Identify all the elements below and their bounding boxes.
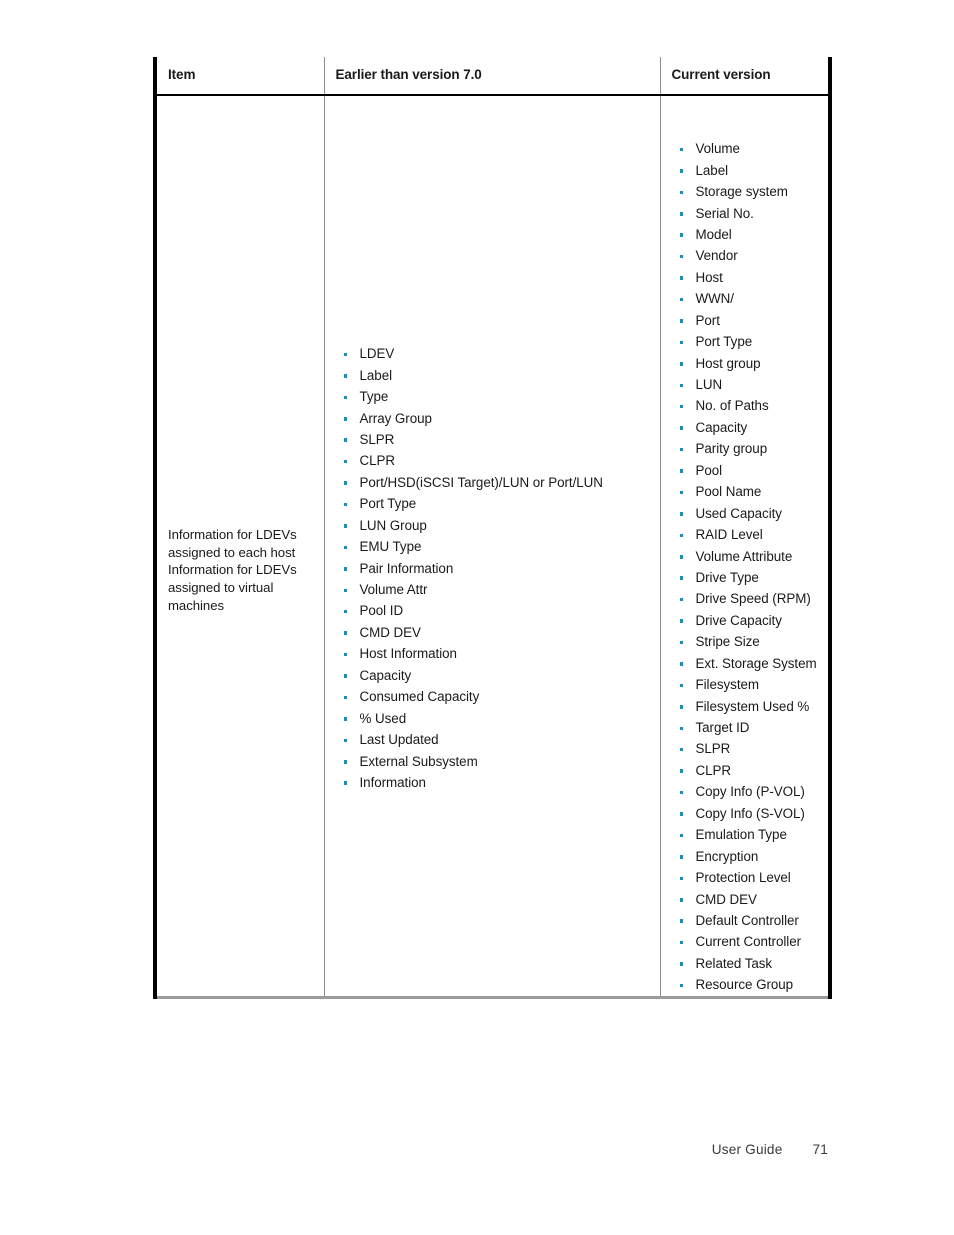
list-item: EMU Type bbox=[334, 536, 660, 557]
list-item: Port Type bbox=[670, 331, 829, 352]
list-item: External Subsystem bbox=[334, 751, 660, 772]
table-body: Information for LDEVs assigned to each h… bbox=[155, 95, 830, 998]
column-header-current-version: Current version bbox=[659, 57, 830, 97]
list-item: Related Task bbox=[670, 953, 829, 974]
list-item: RAID Level bbox=[670, 524, 829, 545]
list-item: Pair Information bbox=[334, 558, 660, 579]
list-item: LDEV bbox=[334, 343, 660, 364]
list-item: Drive Speed (RPM) bbox=[670, 588, 829, 609]
list-item: Array Group bbox=[334, 408, 660, 429]
list-item: SLPR bbox=[670, 738, 829, 759]
list-item: Used Capacity bbox=[670, 503, 829, 524]
item-paragraph-virtual-machines: Information for LDEVs assigned to virtua… bbox=[168, 562, 297, 613]
list-item: Port Type bbox=[334, 493, 660, 514]
list-item: Drive Capacity bbox=[670, 610, 829, 631]
list-item: Emulation Type bbox=[670, 824, 829, 845]
list-item: Volume Attribute bbox=[670, 546, 829, 567]
list-item: Vendor bbox=[670, 245, 829, 266]
list-item: CLPR bbox=[334, 450, 660, 471]
list-item: Resource Group bbox=[670, 974, 829, 995]
list-item: Parity group bbox=[670, 438, 829, 459]
list-item: CLPR bbox=[670, 760, 829, 781]
table-header-row: Item Earlier than version 7.0 Current ve… bbox=[155, 57, 830, 97]
list-item: CMD DEV bbox=[670, 889, 829, 910]
list-item: No. of Paths bbox=[670, 395, 829, 416]
list-item: Filesystem bbox=[670, 674, 829, 695]
footer-guide-label: User Guide bbox=[711, 1142, 783, 1157]
list-item: Drive Type bbox=[670, 567, 829, 588]
list-item: Port/HSD(iSCSI Target)/LUN or Port/LUN bbox=[334, 472, 660, 493]
list-item: Copy Info (P-VOL) bbox=[670, 781, 829, 802]
list-item: CMD DEV bbox=[334, 622, 660, 643]
list-item: Protection Level bbox=[670, 867, 829, 888]
item-cell-content: Information for LDEVs assigned to each h… bbox=[157, 96, 324, 614]
current-version-cell-content: Volume Label Storage system Serial No. Model… bbox=[661, 96, 829, 996]
list-item: LUN bbox=[670, 374, 829, 395]
table-row: Information for LDEVs assigned to each h… bbox=[155, 95, 830, 998]
list-item: Capacity bbox=[334, 665, 660, 686]
page-footer: User Guide 71 bbox=[0, 1142, 828, 1157]
list-item: Model bbox=[670, 224, 829, 245]
current-version-cell: Volume Label Storage system Serial No. Model… bbox=[659, 95, 830, 998]
list-item: Target ID bbox=[670, 717, 829, 738]
list-item: Current Controller bbox=[670, 931, 829, 952]
list-item: Ext. Storage System bbox=[670, 653, 829, 674]
list-item: Port bbox=[670, 310, 829, 331]
list-item: SLPR bbox=[334, 429, 660, 450]
version-comparison-table: Item Earlier than version 7.0 Current ve… bbox=[153, 57, 832, 999]
list-item: Stripe Size bbox=[670, 631, 829, 652]
list-item: Capacity bbox=[670, 417, 829, 438]
table-header: Item Earlier than version 7.0 Current ve… bbox=[155, 57, 830, 97]
item-cell: Information for LDEVs assigned to each h… bbox=[155, 95, 324, 998]
list-item: Pool ID bbox=[334, 600, 660, 621]
list-item: Copy Info (S-VOL) bbox=[670, 803, 829, 824]
list-item: Host bbox=[670, 267, 829, 288]
list-item: LUN Group bbox=[334, 515, 660, 536]
footer-page-number: 71 bbox=[812, 1142, 828, 1157]
list-item: Type bbox=[334, 386, 660, 407]
list-item: Pool Name bbox=[670, 481, 829, 502]
list-item: Serial No. bbox=[670, 203, 829, 224]
list-item: WWN/ bbox=[670, 288, 829, 309]
list-item: Default Controller bbox=[670, 910, 829, 931]
list-item: Volume Attr bbox=[334, 579, 660, 600]
list-item: Volume bbox=[670, 138, 829, 159]
list-item: Pool bbox=[670, 460, 829, 481]
list-item: Filesystem Used % bbox=[670, 696, 829, 717]
list-item: Storage system bbox=[670, 181, 829, 202]
list-item: Consumed Capacity bbox=[334, 686, 660, 707]
earlier-version-list: LDEV Label Type Array Group SLPR CLPR Port/HSD… bbox=[334, 343, 660, 793]
column-header-item: Item bbox=[155, 57, 324, 97]
list-item: Encryption bbox=[670, 846, 829, 867]
earlier-version-cell-content: LDEV Label Type Array Group SLPR CLPR Port/HSD… bbox=[325, 96, 660, 793]
list-item: Label bbox=[334, 365, 660, 386]
earlier-version-cell: LDEV Label Type Array Group SLPR CLPR Port/HSD… bbox=[323, 95, 660, 998]
list-item: Information bbox=[334, 772, 660, 793]
list-item: Label bbox=[670, 160, 829, 181]
item-paragraph-host: Information for LDEVs assigned to each h… bbox=[168, 527, 297, 560]
list-item: % Used bbox=[334, 708, 660, 729]
column-header-earlier-version: Earlier than version 7.0 bbox=[323, 57, 660, 97]
list-item: Host group bbox=[670, 353, 829, 374]
list-item: Last Updated bbox=[334, 729, 660, 750]
current-version-list: Volume Label Storage system Serial No. Model… bbox=[670, 138, 829, 996]
list-item: Host Information bbox=[334, 643, 660, 664]
